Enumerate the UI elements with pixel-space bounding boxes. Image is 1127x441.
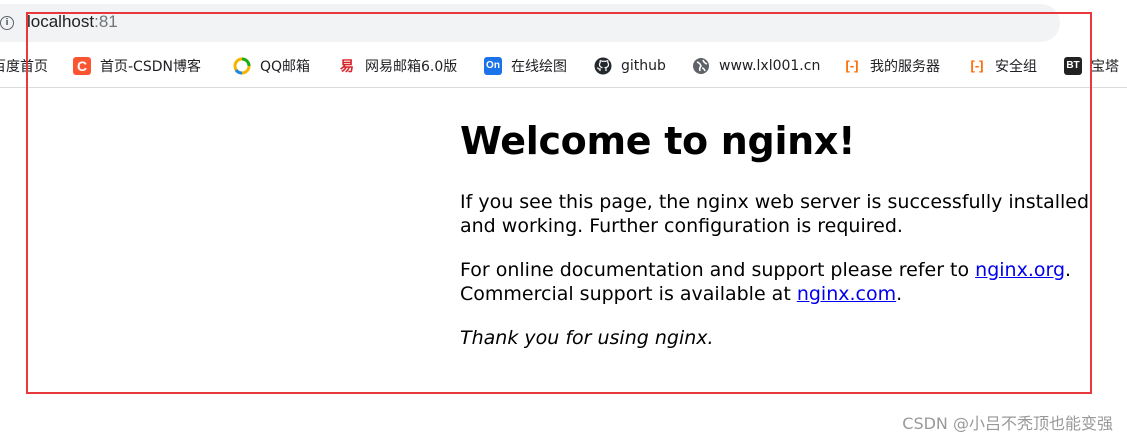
aliyun-icon: [-] (845, 58, 859, 73)
qq-mail-icon (233, 57, 251, 75)
bookmark-label: QQ邮箱 (260, 58, 311, 75)
site-info-icon[interactable]: i (0, 16, 14, 30)
processon-icon: On (484, 56, 502, 75)
bookmark-label: www.lxl001.cn (719, 57, 821, 74)
bookmark-qq-mail[interactable]: QQ邮箱 (233, 44, 310, 87)
support-text: Commercial support is available at (460, 283, 797, 305)
url-port: :81 (94, 12, 118, 31)
support-period: . (896, 283, 903, 305)
docs-text: For online documentation and support ple… (460, 259, 976, 281)
bookmark-baidu[interactable]: 百度首页 (0, 44, 48, 87)
github-icon (594, 57, 612, 75)
csdn-icon: C (73, 56, 91, 75)
bookmark-bt[interactable]: BT 宝塔 (1064, 44, 1119, 87)
bookmark-label: 首页-CSDN博客 (100, 58, 201, 75)
omnibox[interactable] (0, 4, 1060, 42)
bookmark-label: github (621, 57, 666, 74)
bookmarks-bar: 百度首页 C 首页-CSDN博客 QQ邮箱 易 网易邮箱6.0版 On 在线绘图 (0, 44, 1127, 88)
address-bar: i localhost:81 (0, 0, 1127, 42)
docs-period: . (1065, 259, 1072, 281)
intro-paragraph: If you see this page, the nginx web serv… (460, 191, 1090, 237)
page-title: Welcome to nginx! (460, 119, 856, 163)
bookmark-my-server[interactable]: [-] 我的服务器 (843, 44, 941, 87)
url-host: localhost (27, 12, 95, 31)
netease-mail-icon: 易 (340, 57, 354, 74)
bt-icon: BT (1064, 56, 1082, 75)
csdn-watermark: CSDN @小吕不秃顶也能变强 (902, 414, 1113, 433)
bookmark-label: 宝塔 (1091, 58, 1119, 75)
aliyun-icon: [-] (970, 58, 984, 73)
nginx-org-link[interactable]: nginx.org (975, 259, 1065, 281)
bookmark-label: 在线绘图 (511, 58, 567, 75)
url-text[interactable]: localhost:81 (27, 12, 118, 32)
bookmark-processon[interactable]: On 在线绘图 (484, 44, 567, 87)
bookmark-security-group[interactable]: [-] 安全组 (968, 44, 1038, 87)
bookmark-label: 百度首页 (0, 58, 48, 75)
bookmark-lxl001[interactable]: www.lxl001.cn (692, 44, 820, 87)
globe-icon (692, 57, 710, 75)
bookmark-csdn[interactable]: C 首页-CSDN博客 (73, 44, 201, 87)
thanks-paragraph: Thank you for using nginx. (460, 327, 714, 349)
bookmark-label: 网易邮箱6.0版 (365, 58, 458, 75)
nginx-welcome-page: Welcome to nginx! If you see this page, … (460, 118, 1100, 350)
bookmark-github[interactable]: github (594, 44, 666, 87)
docs-paragraph: For online documentation and support ple… (460, 258, 1100, 306)
bookmark-label: 安全组 (995, 58, 1037, 75)
nginx-com-link[interactable]: nginx.com (797, 283, 896, 305)
bookmark-netease-mail[interactable]: 易 网易邮箱6.0版 (338, 44, 457, 87)
bookmark-label: 我的服务器 (870, 58, 940, 75)
